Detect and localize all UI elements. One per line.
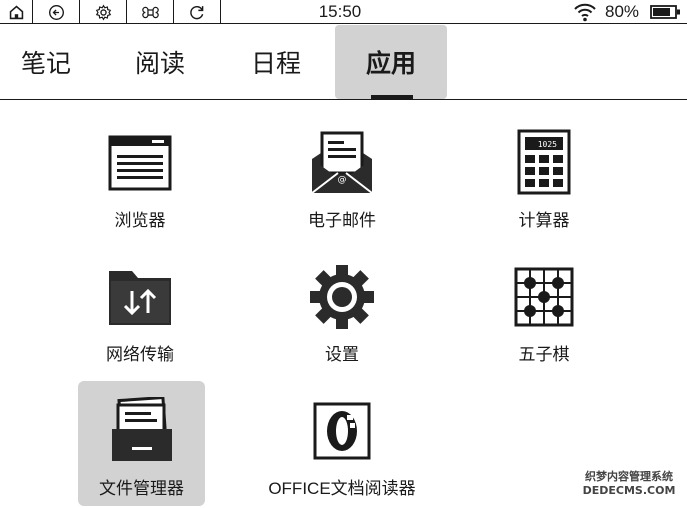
tab-label: 日程 bbox=[250, 49, 301, 78]
app-label: 设置 bbox=[325, 345, 359, 365]
calculator-icon: 1025 bbox=[509, 128, 579, 198]
app-label: OFFICE文档阅读器 bbox=[268, 479, 416, 498]
app-label: 网络传输 bbox=[106, 345, 174, 365]
refresh-icon bbox=[189, 5, 203, 19]
watermark-line-2: DEDECMS.COM bbox=[582, 484, 676, 497]
status-bar: 15:50 80% bbox=[0, 0, 687, 24]
app-label: 文件管理器 bbox=[99, 479, 184, 499]
gomoku-icon bbox=[509, 262, 579, 332]
settings-button[interactable] bbox=[80, 0, 127, 24]
tab-apps[interactable]: 应用 bbox=[335, 25, 447, 99]
clock: 15:50 bbox=[318, 2, 362, 21]
wifi-icon bbox=[574, 3, 596, 22]
tab-reading[interactable]: 阅读 bbox=[118, 25, 202, 99]
app-settings[interactable]: 设置 bbox=[282, 262, 402, 365]
browser-icon bbox=[105, 128, 175, 198]
active-tab-indicator bbox=[371, 95, 413, 99]
app-file-manager[interactable]: 文件管理器 bbox=[78, 381, 205, 506]
battery-percentage: 80% bbox=[605, 2, 640, 21]
office-reader-icon bbox=[307, 396, 377, 466]
app-label: 浏览器 bbox=[114, 211, 166, 231]
app-label: 计算器 bbox=[518, 211, 570, 231]
svg-text:@: @ bbox=[338, 175, 347, 185]
tab-label: 应用 bbox=[365, 49, 416, 78]
refresh-button[interactable] bbox=[174, 0, 221, 24]
app-email[interactable]: @ 电子邮件 bbox=[282, 128, 402, 231]
back-button[interactable] bbox=[33, 0, 80, 24]
battery-icon bbox=[650, 5, 680, 19]
app-network-transfer[interactable]: 网络传输 bbox=[80, 262, 200, 365]
watermark-line-1: 织梦内容管理系统 bbox=[585, 470, 673, 483]
app-gomoku[interactable]: 五子棋 bbox=[484, 262, 604, 365]
email-icon: @ bbox=[307, 128, 377, 198]
calculator-display: 1025 bbox=[538, 140, 557, 149]
settings-gear-icon bbox=[307, 262, 377, 332]
watermark: 织梦内容管理系统 DEDECMS.COM bbox=[574, 470, 684, 498]
tab-schedule[interactable]: 日程 bbox=[234, 25, 318, 99]
tab-label: 阅读 bbox=[134, 49, 185, 78]
file-manager-icon bbox=[107, 396, 177, 466]
apps-button[interactable] bbox=[127, 0, 174, 24]
home-icon bbox=[9, 5, 23, 19]
network-transfer-icon bbox=[105, 262, 175, 332]
app-label: 电子邮件 bbox=[308, 211, 376, 231]
command-icon bbox=[141, 6, 159, 18]
app-office-reader[interactable]: OFFICE文档阅读器 bbox=[262, 396, 422, 499]
tab-label: 笔记 bbox=[20, 49, 71, 78]
app-calculator[interactable]: 1025 计算器 bbox=[484, 128, 604, 231]
tab-bar: 笔记 阅读 日程 应用 bbox=[0, 25, 687, 100]
tab-notes[interactable]: 笔记 bbox=[4, 25, 88, 99]
home-button[interactable] bbox=[0, 0, 33, 24]
app-label: 五子棋 bbox=[518, 345, 570, 365]
app-browser[interactable]: 浏览器 bbox=[80, 128, 200, 231]
back-arrow-icon bbox=[48, 4, 64, 20]
gear-icon bbox=[95, 4, 111, 20]
